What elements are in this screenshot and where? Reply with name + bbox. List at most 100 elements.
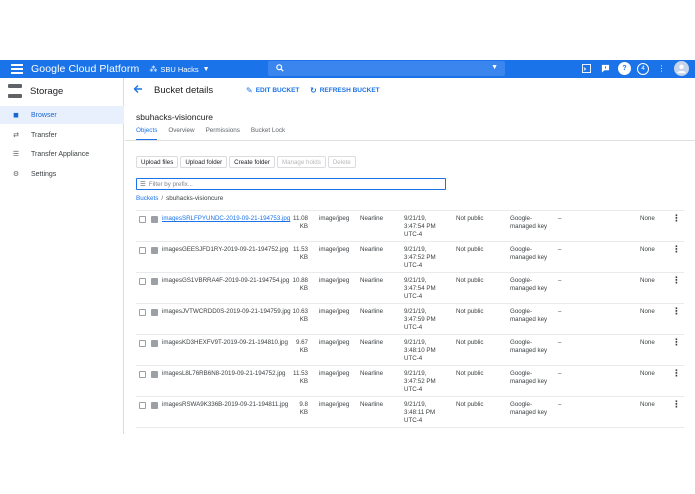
time-value: 3:47:54 PM	[404, 285, 436, 292]
object-last-modified: 9/21/19, 3:47:54 PM UTC-4	[404, 215, 436, 239]
chevron-down-icon: ▼	[202, 65, 210, 73]
refresh-bucket-button[interactable]: ↻ REFRESH BUCKET	[310, 86, 380, 95]
table-row[interactable]: imagesL8L76RB6N8-2019-09-21-194752.jpg 11…	[136, 366, 684, 397]
object-name-link[interactable]: imagesGEESJFD1RY-2019-09-21-194752.jpg	[162, 246, 288, 254]
filter-input[interactable]: ☰ Filter by prefix...	[136, 178, 446, 190]
row-checkbox[interactable]	[139, 402, 146, 409]
size-value: 11.53	[292, 246, 308, 253]
more-vert-icon[interactable]	[672, 369, 680, 377]
size-unit: KB	[299, 409, 308, 416]
encryption-line-1: Google-	[510, 246, 533, 253]
search-dropdown-icon[interactable]: ▼	[491, 64, 498, 71]
upload-files-button[interactable]: Upload files	[136, 156, 179, 168]
file-icon	[151, 247, 158, 254]
object-hold: None	[640, 215, 655, 222]
create-folder-button[interactable]: Create folder	[229, 156, 275, 168]
object-type: image/jpeg	[319, 277, 350, 284]
date-value: 9/21/19,	[404, 370, 427, 377]
sidebar-item-label: Transfer	[31, 131, 57, 139]
upload-folder-button[interactable]: Upload folder	[180, 156, 228, 168]
object-retention: –	[558, 401, 562, 408]
row-checkbox[interactable]	[139, 247, 146, 254]
size-unit: KB	[299, 316, 308, 323]
object-type: image/jpeg	[319, 215, 350, 222]
time-value: 3:47:52 PM	[404, 378, 436, 385]
table-row[interactable]: imagesGEESJFD1RY-2019-09-21-194752.jpg 11…	[136, 242, 684, 273]
sidebar-item-transfer[interactable]: ⇄ Transfer	[0, 126, 124, 144]
size-value: 11.53	[292, 370, 308, 377]
sidebar-item-transfer-appliance[interactable]: ☰ Transfer Appliance	[0, 145, 124, 163]
object-name-link[interactable]: imagesSRLFPYUNDC-2019-09-21-194753.jpg	[162, 215, 290, 223]
row-checkbox[interactable]	[139, 216, 146, 223]
more-vert-icon[interactable]	[672, 400, 680, 408]
notifications-icon[interactable]: 4	[637, 62, 649, 75]
object-encryption: Google-managed key	[510, 246, 547, 262]
tab-bucket-lock[interactable]: Bucket Lock	[251, 127, 285, 140]
storage-icon	[8, 84, 22, 98]
more-vert-icon[interactable]	[672, 214, 680, 222]
table-row[interactable]: imagesGS1VBRRA4F-2019-09-21-194754.jpg 10…	[136, 273, 684, 304]
object-name-link[interactable]: imagesKD3HEXFV9T-2019-09-21-194810.jpg	[162, 339, 288, 347]
avatar[interactable]	[674, 61, 689, 76]
object-public-access: Not public	[456, 370, 484, 377]
object-actions: Upload files Upload folder Create folder…	[136, 156, 356, 168]
table-row[interactable]: imagesJVTWCRDD0S-2019-09-21-194759.jpg 10…	[136, 304, 684, 335]
object-name-link[interactable]: imagesL8L76RB6N8-2019-09-21-194752.jpg	[162, 370, 286, 378]
edit-bucket-button[interactable]: ✎ EDIT BUCKET	[246, 86, 299, 95]
encryption-line-2: managed key	[510, 378, 548, 385]
row-checkbox[interactable]	[139, 278, 146, 285]
object-hold: None	[640, 277, 655, 284]
table-row[interactable]: imagesSRLFPYUNDC-2019-09-21-194753.jpg 11…	[136, 211, 684, 242]
tab-objects[interactable]: Objects	[136, 127, 158, 140]
back-arrow-icon[interactable]	[133, 84, 143, 97]
search-input[interactable]: ▼	[268, 61, 505, 76]
more-vert-icon[interactable]	[672, 307, 680, 315]
cloud-shell-icon[interactable]	[580, 62, 593, 75]
object-type: image/jpeg	[319, 401, 350, 408]
more-vert-icon[interactable]	[672, 245, 680, 253]
timezone-value: UTC-4	[404, 324, 423, 331]
object-encryption: Google-managed key	[510, 370, 547, 386]
size-unit: KB	[299, 254, 308, 261]
tab-overview[interactable]: Overview	[168, 127, 194, 140]
sidebar-item-browser[interactable]: ◼ Browser	[0, 106, 124, 124]
feedback-icon[interactable]	[599, 62, 612, 75]
project-selector[interactable]: ⁂ SBU Hacks ▼	[149, 65, 209, 74]
object-last-modified: 9/21/19, 3:48:11 PM UTC-4	[404, 401, 435, 425]
file-icon	[151, 278, 158, 285]
more-vert-icon[interactable]	[672, 276, 680, 284]
delete-button[interactable]: Delete	[327, 156, 356, 168]
transfer-icon: ⇄	[13, 132, 19, 139]
more-vert-icon[interactable]: ⋮	[655, 62, 668, 75]
object-retention: –	[558, 339, 562, 346]
timezone-value: UTC-4	[404, 293, 423, 300]
main-content: Bucket details ✎ EDIT BUCKET ↻ REFRESH B…	[125, 78, 695, 434]
manage-holds-button[interactable]: Manage holds	[276, 156, 326, 168]
object-encryption: Google-managed key	[510, 215, 547, 231]
object-type: image/jpeg	[319, 308, 350, 315]
table-row[interactable]: imagesRSWA9K336B-2019-09-21-194811.jpg 9.…	[136, 397, 684, 428]
object-name-link[interactable]: imagesGS1VBRRA4F-2019-09-21-194754.jpg	[162, 277, 289, 285]
breadcrumb-buckets-link[interactable]: Buckets	[136, 195, 158, 202]
more-vert-icon[interactable]	[672, 338, 680, 346]
object-name-link[interactable]: imagesJVTWCRDD0S-2019-09-21-194759.jpg	[162, 308, 291, 316]
date-value: 9/21/19,	[404, 246, 427, 253]
menu-icon[interactable]	[11, 64, 23, 74]
object-type: image/jpeg	[319, 339, 350, 346]
encryption-line-2: managed key	[510, 254, 548, 261]
object-name-link[interactable]: imagesRSWA9K336B-2019-09-21-194811.jpg	[162, 401, 288, 409]
object-size: 11.53 KB	[291, 246, 308, 262]
row-checkbox[interactable]	[139, 309, 146, 316]
row-checkbox[interactable]	[139, 340, 146, 347]
object-last-modified: 9/21/19, 3:48:10 PM UTC-4	[404, 339, 436, 363]
sidebar-item-settings[interactable]: ⚙ Settings	[0, 165, 124, 183]
help-icon[interactable]: ?	[618, 62, 631, 75]
object-public-access: Not public	[456, 401, 484, 408]
cloud-console-window: Google Cloud Platform ⁂ SBU Hacks ▼ ▼ ? …	[0, 60, 695, 434]
divider	[125, 140, 695, 141]
sidebar-item-label: Browser	[31, 111, 57, 119]
row-checkbox[interactable]	[139, 371, 146, 378]
table-row[interactable]: imagesKD3HEXFV9T-2019-09-21-194810.jpg 9.…	[136, 335, 684, 366]
tab-permissions[interactable]: Permissions	[206, 127, 240, 140]
bucket-name: sbuhacks-visioncure	[136, 112, 214, 122]
